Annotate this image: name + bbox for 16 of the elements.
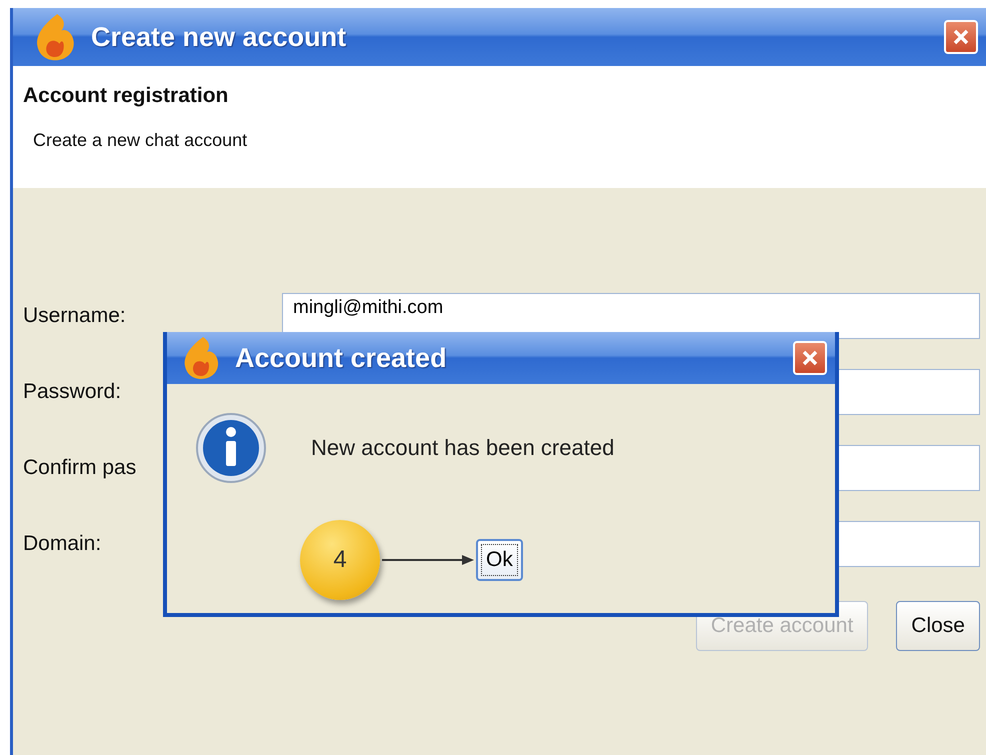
field-label: Confirm pas [23, 456, 138, 480]
field-label: Password: [23, 380, 122, 404]
field-label: Username: [23, 304, 127, 328]
dialog-title: Account created [235, 342, 448, 374]
close-icon[interactable] [944, 20, 978, 54]
window-title: Create new account [91, 22, 348, 52]
ok-button[interactable]: Ok [476, 539, 523, 581]
field-label: Domain: [23, 532, 102, 556]
arrow-icon [382, 554, 474, 566]
dialog-message: New account has been created [311, 435, 614, 461]
header-subtitle: Create a new chat account [32, 130, 248, 151]
step-number-badge: 4 [300, 520, 380, 600]
info-icon [195, 412, 267, 484]
close-icon[interactable] [793, 341, 827, 375]
dialog-button[interactable]: Close [896, 601, 980, 651]
header-title: Account registration [23, 84, 230, 108]
